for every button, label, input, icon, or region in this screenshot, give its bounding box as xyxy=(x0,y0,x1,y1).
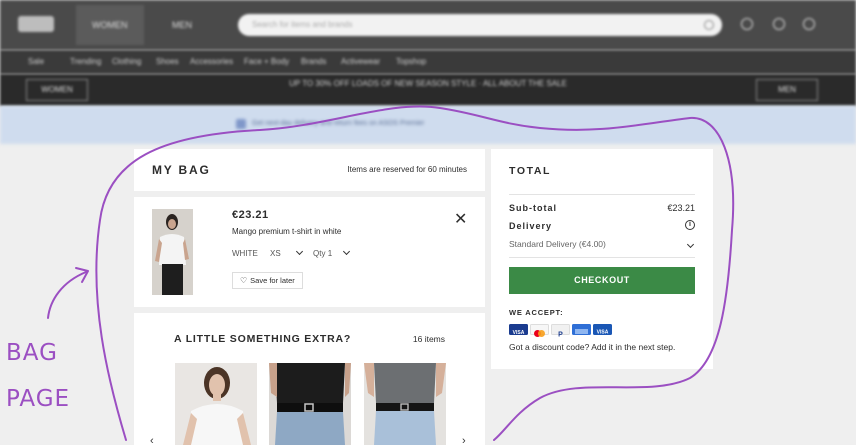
bag-title: MY BAG xyxy=(152,163,211,177)
category-item[interactable]: Topshop xyxy=(396,57,426,66)
arrow-head-annotation xyxy=(75,267,89,283)
category-nav: Sale Trending Clothing Shoes Accessories… xyxy=(0,50,856,74)
chevron-down-icon xyxy=(295,247,303,256)
promo-text: UP TO 30% OFF LOADS OF NEW SEASON STYLE … xyxy=(289,79,567,88)
search-input[interactable]: Search for items and brands xyxy=(238,14,722,36)
wishlist-icon[interactable] xyxy=(773,18,785,30)
bag-item: €23.21 Mango premium t-shirt in white WH… xyxy=(134,197,485,307)
category-item[interactable]: Face + Body xyxy=(244,57,289,66)
svg-text:P: P xyxy=(558,332,563,339)
mastercard-icon xyxy=(530,324,549,337)
size-value: XS xyxy=(270,249,281,258)
save-for-later-button[interactable]: ♡ Save for later xyxy=(232,272,303,289)
recommended-product-image[interactable] xyxy=(364,363,446,445)
svg-text:VISA: VISA xyxy=(597,330,609,336)
bag-icon[interactable] xyxy=(803,18,815,30)
chevron-down-icon xyxy=(343,247,351,256)
truck-icon xyxy=(236,119,246,129)
category-item[interactable]: Activewear xyxy=(341,57,380,66)
search-placeholder: Search for items and brands xyxy=(252,20,353,29)
heart-icon: ♡ xyxy=(240,276,248,285)
item-price: €23.21 xyxy=(232,209,269,221)
qty-select[interactable]: Qty 1 xyxy=(313,247,351,258)
category-item[interactable]: Trending xyxy=(70,57,101,66)
visa-icon: VISA xyxy=(509,324,528,336)
total-panel: TOTAL Sub-total €23.21 Delivery i Standa… xyxy=(491,149,713,369)
carousel-prev-icon[interactable]: ‹ xyxy=(150,435,154,445)
paypal-icon: P xyxy=(551,324,570,339)
svg-text:VISA: VISA xyxy=(513,330,525,336)
promo-men-button[interactable]: MEN xyxy=(756,79,818,101)
promo-banner: WOMEN UP TO 30% OFF LOADS OF NEW SEASON … xyxy=(0,74,856,106)
arrow-annotation xyxy=(47,271,87,319)
accept-label: WE ACCEPT: xyxy=(509,308,564,317)
qty-value: 1 xyxy=(327,249,333,258)
divider xyxy=(509,257,695,258)
total-title: TOTAL xyxy=(509,165,552,177)
divider xyxy=(509,194,695,195)
delivery-option: Standard Delivery (€4.00) xyxy=(509,239,606,249)
handwritten-label-line1: BAG xyxy=(6,340,58,366)
site-header: WOMEN MEN Search for items and brands xyxy=(0,0,856,50)
product-image[interactable] xyxy=(152,209,193,295)
promo-women-button[interactable]: WOMEN xyxy=(26,79,88,101)
tab-women[interactable]: WOMEN xyxy=(76,5,144,45)
info-bar: Get next-day delivery and return fees on… xyxy=(0,106,856,144)
recommended-product-image[interactable] xyxy=(175,363,257,445)
carousel-next-icon[interactable]: › xyxy=(462,435,466,445)
chevron-down-icon xyxy=(686,240,695,249)
recommendations-count: 16 items xyxy=(412,334,445,344)
bag-header: MY BAG Items are reserved for 60 minutes xyxy=(134,149,485,191)
account-icon[interactable] xyxy=(741,18,753,30)
visa-electron-icon: VISA xyxy=(593,324,612,336)
logo[interactable] xyxy=(18,16,54,32)
subtotal-label: Sub-total xyxy=(509,203,557,213)
close-icon[interactable]: ✕ xyxy=(454,212,467,228)
category-item[interactable]: Brands xyxy=(301,57,326,66)
category-item[interactable]: Clothing xyxy=(112,57,141,66)
subtotal-value: €23.21 xyxy=(667,203,695,213)
recommendations-title: A LITTLE SOMETHING EXTRA? xyxy=(174,333,352,345)
info-text: Get next-day delivery and return fees on… xyxy=(252,120,425,127)
checkout-button[interactable]: CHECKOUT xyxy=(509,267,695,294)
tab-men[interactable]: MEN xyxy=(156,5,208,45)
search-icon[interactable] xyxy=(704,20,714,30)
recommended-product-image[interactable] xyxy=(269,363,351,445)
recommendations-panel: A LITTLE SOMETHING EXTRA? 16 items ‹ › xyxy=(134,313,485,445)
size-select[interactable]: XS xyxy=(270,247,303,258)
handwritten-label-line2: PAGE xyxy=(6,386,71,412)
category-item[interactable]: Sale xyxy=(28,57,44,66)
item-name[interactable]: Mango premium t-shirt in white xyxy=(232,227,341,236)
delivery-label: Delivery xyxy=(509,221,553,231)
category-item[interactable]: Accessories xyxy=(190,57,233,66)
reserved-note: Items are reserved for 60 minutes xyxy=(347,165,467,174)
item-color: WHITE xyxy=(232,249,258,258)
qty-label: Qty xyxy=(313,249,326,258)
amex-icon xyxy=(572,324,591,335)
save-label: Save for later xyxy=(250,276,295,285)
info-icon[interactable]: i xyxy=(685,220,695,230)
delivery-select[interactable]: Standard Delivery (€4.00) xyxy=(509,239,695,249)
category-item[interactable]: Shoes xyxy=(156,57,179,66)
discount-note: Got a discount code? Add it in the next … xyxy=(509,342,676,352)
